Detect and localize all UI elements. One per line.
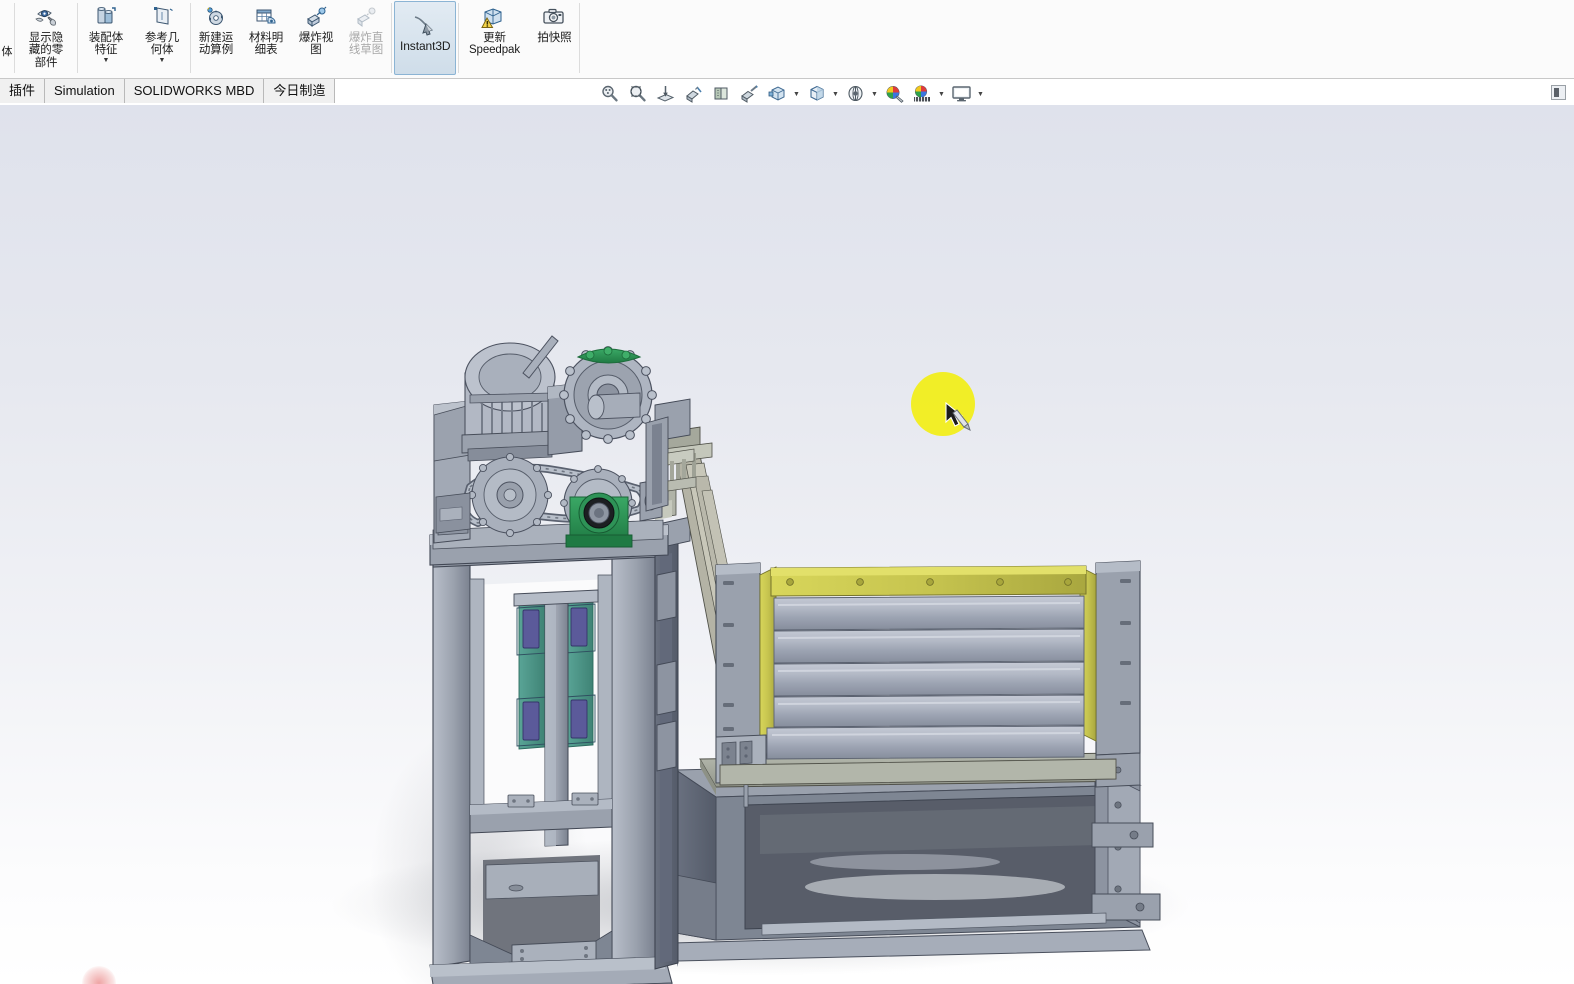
ribbon-toolbar: 体 显示隐 藏的零 部件 装配体 特征 ▼ 参考几 何体 ▼ 新建运 动算例 材… xyxy=(0,0,1574,79)
ribbon-group-features: 装配体 特征 ▼ 参考几 何体 ▼ xyxy=(78,0,190,78)
solidworks-window: 体 显示隐 藏的零 部件 装配体 特征 ▼ 参考几 何体 ▼ 新建运 动算例 材… xyxy=(0,0,1574,984)
heads-up-view-toolbar: ▼ ▼ ▼ ▼ ▼ xyxy=(596,80,985,106)
ribbon-group-visibility: 显示隐 藏的零 部件 xyxy=(15,0,77,78)
display-manager-icon[interactable] xyxy=(948,81,974,105)
tab-solidworks-mbd[interactable]: SOLIDWORKS MBD xyxy=(124,79,265,103)
view-orientation-icon[interactable] xyxy=(708,81,734,105)
zoom-to-area-icon[interactable] xyxy=(624,81,650,105)
chevron-down-icon[interactable]: ▼ xyxy=(976,81,985,105)
ribbon-button-label: Instant3D xyxy=(400,39,451,53)
pencil-cursor xyxy=(944,401,974,435)
ribbon-button-label: 爆炸直 线草图 xyxy=(348,32,384,57)
instant3d-icon xyxy=(410,11,440,38)
ribbon-button-new-motion-study[interactable]: 新建运 动算例 xyxy=(191,0,241,78)
base-frame-assembly xyxy=(671,759,1161,967)
graphics-viewport[interactable] xyxy=(0,105,1574,984)
chevron-down-icon[interactable]: ▼ xyxy=(792,81,801,105)
section-view-icon[interactable] xyxy=(680,81,706,105)
edit-appearance-icon[interactable] xyxy=(803,81,829,105)
render-tools-icon[interactable] xyxy=(909,81,935,105)
ribbon-group-instant3d: Instant3D xyxy=(392,0,458,78)
ribbon-button-label: 更新 Speedpak xyxy=(468,32,520,57)
ribbon-button-label: 新建运 动算例 xyxy=(198,32,234,57)
ribbon-button-reference-geometry[interactable]: 参考几 何体 ▼ xyxy=(134,0,190,78)
hide-show-items-icon[interactable] xyxy=(764,81,790,105)
explode-line-sketch-icon xyxy=(353,3,379,30)
chevron-down-icon[interactable]: ▼ xyxy=(103,57,110,64)
ribbon-group-speedpak: 更新 Speedpak 拍快照 xyxy=(459,0,579,78)
ribbon-button-bill-of-materials[interactable]: 材料明 细表 xyxy=(241,0,291,78)
assembly-3d-model xyxy=(0,105,1574,984)
ribbon-button-label: 装配体 特征 xyxy=(88,32,124,57)
ribbon-button-instant3d[interactable]: Instant3D xyxy=(394,1,457,75)
ribbon-clipped-left-item[interactable]: 体 xyxy=(0,0,14,78)
chevron-down-icon[interactable]: ▼ xyxy=(870,81,879,105)
ribbon-button-label: 显示隐 藏的零 部件 xyxy=(28,32,64,69)
ribbon-button-snapshot[interactable]: 拍快照 xyxy=(529,0,579,78)
new-motion-study-icon xyxy=(203,3,229,30)
ribbon-group-assembly-tools: 新建运 动算例 材料明 细表 爆炸视 图 爆炸直 线草图 xyxy=(191,0,391,78)
chevron-down-icon[interactable]: ▼ xyxy=(159,57,166,64)
ribbon-button-show-hidden-components[interactable]: 显示隐 藏的零 部件 xyxy=(15,0,77,78)
assembly-feature-icon xyxy=(93,3,119,30)
chevron-down-icon[interactable]: ▼ xyxy=(937,81,946,105)
ribbon-button-label: 参考几 何体 xyxy=(144,32,180,57)
ribbon-filler xyxy=(580,0,1574,78)
tab-manufacturing-today[interactable]: 今日制造 xyxy=(264,79,336,103)
tab-simulation[interactable]: Simulation xyxy=(45,79,125,103)
view-setting-icon[interactable] xyxy=(881,81,907,105)
show-hidden-components-icon xyxy=(33,3,59,30)
ribbon-button-label: 拍快照 xyxy=(537,32,572,44)
roller-conveyor xyxy=(715,560,1141,808)
snapshot-icon xyxy=(541,3,567,30)
ribbon-button-exploded-view[interactable]: 爆炸视 图 xyxy=(291,0,341,78)
chevron-down-icon[interactable]: ▼ xyxy=(831,81,840,105)
ribbon-button-explode-line-sketch: 爆炸直 线草图 xyxy=(341,0,391,78)
ribbon-button-label: 爆炸视 图 xyxy=(298,32,334,57)
ribbon-button-assembly-feature[interactable]: 装配体 特征 ▼ xyxy=(78,0,134,78)
ribbon-button-update-speedpak[interactable]: 更新 Speedpak xyxy=(459,0,529,78)
ribbon-clipped-left-label: 体 xyxy=(1,45,13,58)
zoom-to-fit-icon[interactable] xyxy=(596,81,622,105)
reference-geometry-icon xyxy=(149,3,175,30)
update-speedpak-icon xyxy=(481,3,507,30)
ribbon-button-label: 材料明 细表 xyxy=(248,32,284,57)
drive-machinery xyxy=(429,335,669,566)
exploded-view-icon xyxy=(303,3,329,30)
expand-panel-icon[interactable] xyxy=(1551,85,1566,100)
normal-to-icon[interactable] xyxy=(652,81,678,105)
tab-addins[interactable]: 插件 xyxy=(0,79,46,103)
apply-scene-icon[interactable] xyxy=(842,81,868,105)
display-style-icon[interactable] xyxy=(736,81,762,105)
bill-of-materials-icon xyxy=(253,3,279,30)
